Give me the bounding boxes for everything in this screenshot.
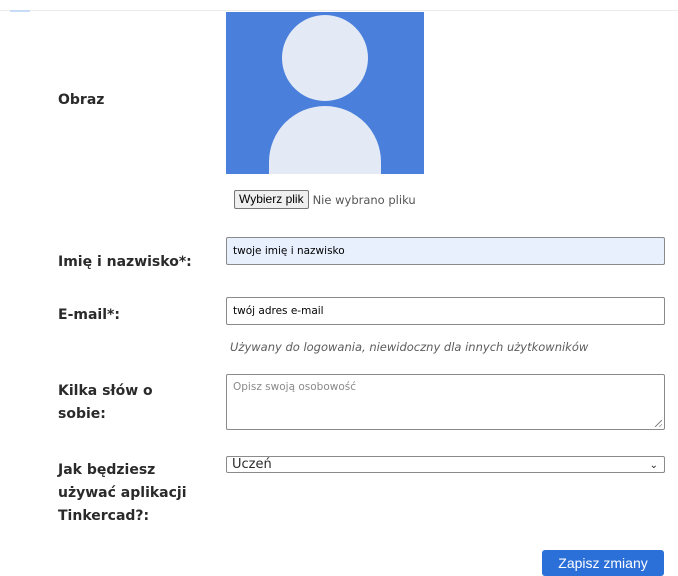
- email-label: E-mail*:: [58, 307, 120, 323]
- name-label: Imię i nazwisko*:: [58, 254, 192, 270]
- name-input[interactable]: twoje imię i nazwisko: [226, 237, 665, 265]
- avatar-head: [282, 15, 368, 101]
- file-status-text: Nie wybrano pliku: [312, 192, 416, 207]
- email-hint: Używany do logowania, niewidoczny dla in…: [230, 340, 589, 354]
- usage-select[interactable]: Uczeń ⌄: [226, 456, 665, 473]
- chevron-down-icon: ⌄: [649, 460, 658, 471]
- top-bar: [0, 0, 678, 11]
- email-input[interactable]: twój adres e-mail: [226, 297, 665, 325]
- choose-file-button[interactable]: Wybierz plik: [234, 190, 309, 209]
- default-user-avatar-icon: [226, 12, 424, 174]
- usage-label: Jak będziesz używać aplikacji Tinkercad?…: [58, 462, 187, 524]
- about-textarea[interactable]: Opisz swoją osobowość: [226, 374, 665, 430]
- resize-grip-icon[interactable]: [655, 420, 662, 427]
- usage-selected-value: Uczeń: [232, 457, 272, 472]
- avatar-body: [269, 106, 381, 174]
- save-changes-button[interactable]: Zapisz zmiany: [542, 550, 664, 576]
- about-placeholder: Opisz swoją osobowość: [233, 381, 357, 393]
- image-label: Obraz: [58, 92, 105, 108]
- about-label: Kilka słów o sobie:: [58, 383, 153, 422]
- file-upload-row: Wybierz plik Nie wybrano pliku: [234, 190, 416, 209]
- top-tab-indicator: [10, 10, 30, 12]
